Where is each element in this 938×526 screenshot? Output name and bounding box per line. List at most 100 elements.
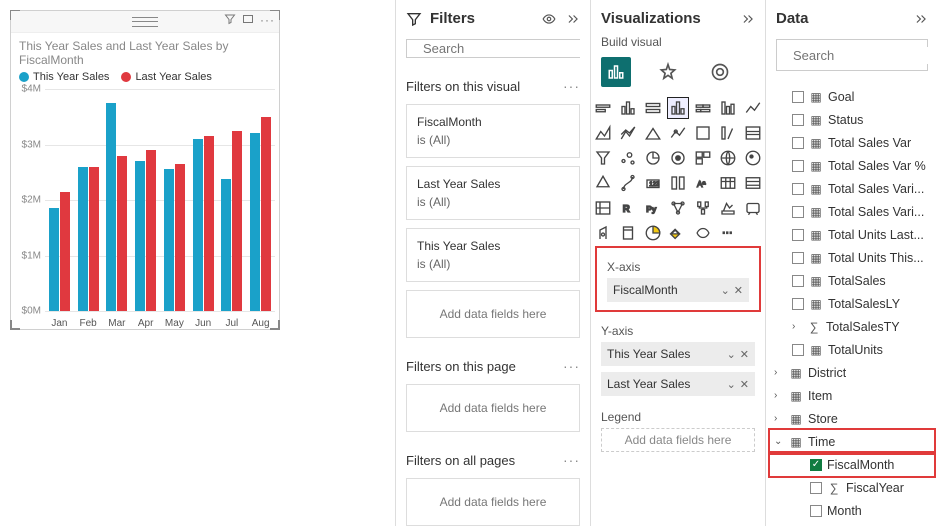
visual-type-icon[interactable] bbox=[642, 222, 664, 244]
filters-search[interactable] bbox=[406, 39, 580, 58]
visual-type-icon[interactable] bbox=[742, 97, 764, 119]
field-row[interactable]: ›▦Store bbox=[770, 407, 934, 430]
chevron-down-icon[interactable]: ⌄ bbox=[721, 284, 730, 297]
visual-type-icon[interactable]: R bbox=[617, 197, 639, 219]
visual-type-icon[interactable] bbox=[667, 97, 689, 119]
analytics-tab[interactable] bbox=[705, 57, 735, 87]
add-visual-filter-placeholder[interactable]: Add data fields here bbox=[406, 290, 580, 338]
visual-type-icon[interactable] bbox=[617, 147, 639, 169]
data-search[interactable] bbox=[776, 39, 928, 71]
bar[interactable] bbox=[78, 167, 88, 311]
show-hide-icon[interactable] bbox=[542, 12, 556, 26]
visual-type-icon[interactable] bbox=[592, 172, 614, 194]
visual-type-icon[interactable] bbox=[717, 147, 739, 169]
field-checkbox[interactable] bbox=[792, 183, 804, 195]
visual-type-icon[interactable]: 123 bbox=[642, 172, 664, 194]
filter-icon[interactable] bbox=[224, 13, 236, 27]
legend-placeholder[interactable]: Add data fields here bbox=[601, 428, 755, 452]
bar[interactable] bbox=[261, 117, 271, 311]
add-all-pages-filter-placeholder[interactable]: Add data fields here bbox=[406, 478, 580, 526]
bar[interactable] bbox=[106, 103, 116, 311]
expander-icon[interactable]: › bbox=[774, 367, 784, 378]
clustered-column-chart-visual[interactable]: ··· This Year Sales and Last Year Sales … bbox=[10, 10, 280, 330]
bar[interactable] bbox=[250, 133, 260, 311]
visual-type-icon[interactable] bbox=[617, 172, 639, 194]
field-checkbox[interactable] bbox=[792, 298, 804, 310]
chevron-down-icon[interactable]: ⌄ bbox=[727, 348, 736, 361]
field-row[interactable]: ▦Goal bbox=[770, 85, 934, 108]
field-checkbox[interactable] bbox=[792, 275, 804, 287]
field-checkbox[interactable] bbox=[792, 91, 804, 103]
add-page-filter-placeholder[interactable]: Add data fields here bbox=[406, 384, 580, 432]
report-canvas[interactable]: ··· This Year Sales and Last Year Sales … bbox=[0, 0, 395, 526]
visual-type-icon[interactable] bbox=[717, 172, 739, 194]
visual-type-icon[interactable] bbox=[642, 147, 664, 169]
filters-search-input[interactable] bbox=[421, 40, 601, 57]
visual-type-icon[interactable] bbox=[692, 122, 714, 144]
section-more-icon[interactable]: ··· bbox=[563, 452, 580, 468]
expander-icon[interactable]: › bbox=[774, 413, 784, 424]
field-row[interactable]: ›∑TotalSalesTY bbox=[770, 315, 934, 338]
filter-card[interactable]: Last Year Salesis (All) bbox=[406, 166, 580, 220]
bar[interactable] bbox=[89, 167, 99, 311]
remove-field-icon[interactable]: ✕ bbox=[740, 378, 749, 391]
field-row[interactable]: ✓FiscalMonth bbox=[770, 453, 934, 476]
bar[interactable] bbox=[164, 169, 174, 311]
field-checkbox[interactable] bbox=[792, 206, 804, 218]
field-checkbox[interactable]: ✓ bbox=[810, 459, 822, 471]
field-row[interactable]: ›▦Item bbox=[770, 384, 934, 407]
bar[interactable] bbox=[49, 208, 59, 311]
field-checkbox[interactable] bbox=[792, 137, 804, 149]
visual-type-icon[interactable] bbox=[742, 197, 764, 219]
visual-type-icon[interactable] bbox=[592, 197, 614, 219]
field-checkbox[interactable] bbox=[792, 229, 804, 241]
chart-plot-area[interactable]: $0M$1M$2M$3M$4MJanFebMarAprMayJunJulAug bbox=[11, 89, 279, 329]
field-row[interactable]: Month bbox=[770, 499, 934, 522]
visual-type-icon[interactable] bbox=[692, 197, 714, 219]
field-checkbox[interactable] bbox=[792, 344, 804, 356]
visual-type-icon[interactable] bbox=[667, 197, 689, 219]
field-checkbox[interactable] bbox=[792, 114, 804, 126]
field-row[interactable]: ▦TotalUnits bbox=[770, 338, 934, 361]
visual-type-icon[interactable] bbox=[692, 97, 714, 119]
field-row[interactable]: ›▦District bbox=[770, 361, 934, 384]
field-row[interactable]: ▦TotalSalesLY bbox=[770, 292, 934, 315]
section-more-icon[interactable]: ··· bbox=[563, 358, 580, 374]
collapse-pane-icon[interactable] bbox=[741, 12, 755, 26]
field-row[interactable]: ▦Total Units This... bbox=[770, 246, 934, 269]
visual-type-icon[interactable] bbox=[592, 147, 614, 169]
field-row[interactable]: ▦TotalSales bbox=[770, 269, 934, 292]
field-checkbox[interactable] bbox=[810, 505, 822, 517]
filter-card[interactable]: This Year Salesis (All) bbox=[406, 228, 580, 282]
visual-type-icon[interactable] bbox=[742, 172, 764, 194]
visual-type-icon[interactable] bbox=[667, 172, 689, 194]
expander-icon[interactable]: › bbox=[774, 390, 784, 401]
visual-type-icon[interactable]: Aª bbox=[692, 172, 714, 194]
visual-type-icon[interactable] bbox=[642, 97, 664, 119]
remove-field-icon[interactable]: ✕ bbox=[740, 348, 749, 361]
focus-mode-icon[interactable] bbox=[242, 13, 254, 27]
collapse-pane-icon[interactable] bbox=[566, 12, 580, 26]
visual-type-icon[interactable] bbox=[617, 97, 639, 119]
bar[interactable] bbox=[175, 164, 185, 311]
bar[interactable] bbox=[117, 156, 127, 311]
bar[interactable] bbox=[221, 179, 231, 311]
visual-type-icon[interactable] bbox=[642, 122, 664, 144]
chevron-down-icon[interactable]: ⌄ bbox=[727, 378, 736, 391]
field-checkbox[interactable] bbox=[792, 160, 804, 172]
visual-type-icon[interactable] bbox=[592, 122, 614, 144]
field-row[interactable]: ▦Total Sales Var % bbox=[770, 154, 934, 177]
data-search-input[interactable] bbox=[791, 47, 938, 64]
yaxis-field-pill[interactable]: This Year Sales ⌄✕ bbox=[601, 342, 755, 366]
expander-icon[interactable]: ⌄ bbox=[774, 436, 784, 447]
field-checkbox[interactable] bbox=[792, 252, 804, 264]
visual-type-icon[interactable] bbox=[592, 222, 614, 244]
visual-type-icon[interactable] bbox=[717, 97, 739, 119]
section-more-icon[interactable]: ··· bbox=[563, 78, 580, 94]
visual-type-icon[interactable] bbox=[617, 122, 639, 144]
bar[interactable] bbox=[193, 139, 203, 311]
field-row[interactable]: ▦Status bbox=[770, 108, 934, 131]
field-row[interactable]: ∑FiscalYear bbox=[770, 476, 934, 499]
visual-type-icon[interactable] bbox=[742, 122, 764, 144]
format-visual-tab[interactable] bbox=[653, 57, 683, 87]
